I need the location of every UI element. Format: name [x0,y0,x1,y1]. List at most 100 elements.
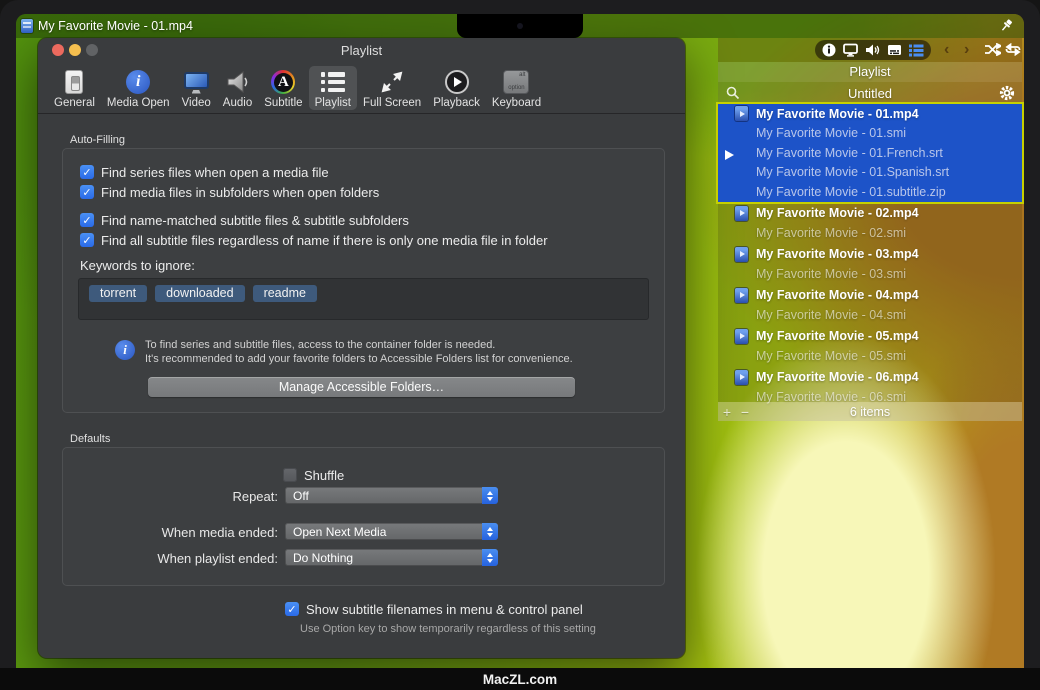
panel-control-bar: ‹ › [718,38,1022,62]
auto-filling-section-label: Auto-Filling [70,134,125,146]
checkbox-unchecked-icon[interactable] [283,468,297,482]
subtitle-color-icon: A [270,69,296,95]
camera-dot [517,23,523,29]
toolbar-item-keyboard[interactable]: Keyboard [486,66,547,110]
preferences-title: Playlist [38,43,685,58]
list-item[interactable]: My Favorite Movie - 03.mp4 [718,245,1022,265]
list-item[interactable]: My Favorite Movie - 01.French.srt [718,143,1022,163]
list-item[interactable]: My Favorite Movie - 04.mp4 [718,286,1022,306]
toolbar-item-subtitle[interactable]: A Subtitle [258,66,308,110]
now-playing-marker-icon [725,150,734,160]
expand-arrows-icon [379,69,405,95]
view-switcher [815,40,931,60]
playlist-group-selected[interactable]: My Favorite Movie - 01.mp4 My Favorite M… [718,104,1022,202]
display-icon[interactable] [843,43,858,57]
media-ended-select[interactable]: Open Next Media [285,523,498,540]
list-item[interactable]: My Favorite Movie - 01.Spanish.srt [718,163,1022,183]
accessible-folders-note: To find series and subtitle files, acces… [145,338,573,366]
checkbox-checked-icon[interactable] [80,165,94,179]
list-item[interactable]: My Favorite Movie - 05.smi [718,346,1022,366]
checkbox-checked-icon[interactable] [80,233,94,247]
playlist-group[interactable]: My Favorite Movie - 04.mp4 My Favorite M… [718,286,1022,325]
list-item[interactable]: My Favorite Movie - 02.mp4 [718,204,1022,224]
toolbar-item-general[interactable]: General [48,66,101,110]
play-circle-icon [444,69,470,95]
info-icon[interactable] [822,43,836,57]
toolbar-item-video[interactable]: Video [176,66,217,110]
panel-search-bar[interactable]: Untitled [718,82,1022,104]
list-item[interactable]: My Favorite Movie - 01.smi [718,124,1022,144]
gear-icon[interactable] [999,85,1015,106]
keywords-box[interactable]: torrent downloaded readme [78,278,649,320]
find-series-checkbox-row[interactable]: Find series files when open a media file [80,164,329,180]
macbook-frame: My Favorite Movie - 01.mp4 Playlist [0,0,1040,690]
media-file-icon [735,206,748,221]
macbook-notch [457,14,583,38]
playlist-items: My Favorite Movie - 01.mp4 My Favorite M… [718,104,1022,407]
list-icon [320,69,346,95]
playlist-ended-select[interactable]: Do Nothing [285,549,498,566]
stepper-icon [482,523,498,540]
list-item[interactable]: My Favorite Movie - 01.mp4 [718,104,1022,124]
stepper-icon [482,549,498,566]
list-item[interactable]: My Favorite Movie - 03.smi [718,264,1022,284]
document-proxy-icon [21,19,33,33]
checkbox-checked-icon[interactable] [285,602,299,616]
monitor-icon [183,69,209,95]
next-chevron-icon[interactable]: › [964,41,969,59]
repeat-select[interactable]: Off [285,487,498,504]
list-item[interactable]: My Favorite Movie - 05.mp4 [718,327,1022,347]
repeat-label: Repeat: [78,489,278,504]
desktop-wallpaper: My Favorite Movie - 01.mp4 Playlist [16,14,1024,668]
option-key-icon [503,69,529,95]
media-file-icon [735,106,748,121]
defaults-section-label: Defaults [70,433,110,445]
media-ended-label: When media ended: [78,525,278,540]
manage-accessible-folders-button[interactable]: Manage Accessible Folders… [148,377,575,397]
toolbar-item-playlist[interactable]: Playlist [309,66,357,110]
volume-icon[interactable] [865,43,880,57]
subtitle-panel-icon[interactable] [887,43,902,57]
playlist-footer: + − 6 items [718,402,1022,421]
media-file-icon [735,288,748,303]
stepper-icon [482,487,498,504]
watermark-text: MacZL.com [483,672,557,687]
list-item[interactable]: My Favorite Movie - 02.smi [718,223,1022,243]
keyword-tag[interactable]: torrent [89,285,147,302]
repeat-icon[interactable] [1005,43,1021,61]
player-window-title: My Favorite Movie - 01.mp4 [38,19,193,33]
playlist-ended-label: When playlist ended: [78,551,278,566]
list-item[interactable]: My Favorite Movie - 06.mp4 [718,368,1022,388]
find-all-subtitle-checkbox-row[interactable]: Find all subtitle files regardless of na… [80,232,548,248]
toolbar-item-audio[interactable]: Audio [217,66,258,110]
list-item[interactable]: My Favorite Movie - 04.smi [718,305,1022,325]
show-subtitle-filenames-row[interactable]: Show subtitle filenames in menu & contro… [285,601,583,617]
prev-chevron-icon[interactable]: ‹ [944,41,949,59]
toolbar-item-media-open[interactable]: i Media Open [101,66,176,110]
speaker-icon [225,69,251,95]
preferences-titlebar[interactable]: Playlist [38,38,685,62]
playlist-group[interactable]: My Favorite Movie - 02.mp4 My Favorite M… [718,204,1022,243]
list-item[interactable]: My Favorite Movie - 01.subtitle.zip [718,182,1022,202]
keyword-tag[interactable]: downloaded [155,285,244,302]
media-file-icon [735,329,748,344]
checkbox-checked-icon[interactable] [80,185,94,199]
find-name-matched-checkbox-row[interactable]: Find name-matched subtitle files & subti… [80,212,409,228]
keyword-tag[interactable]: readme [253,285,317,302]
shuffle-icon[interactable] [984,43,1001,61]
toolbar-item-playback[interactable]: Playback [427,66,486,110]
checkbox-checked-icon[interactable] [80,213,94,227]
playlist-view-icon[interactable] [909,44,924,57]
playlist-group[interactable]: My Favorite Movie - 06.mp4 My Favorite M… [718,368,1022,407]
option-key-note: Use Option key to show temporarily regar… [300,623,596,635]
find-media-subfolders-checkbox-row[interactable]: Find media files in subfolders when open… [80,184,379,200]
playlist-group[interactable]: My Favorite Movie - 05.mp4 My Favorite M… [718,327,1022,366]
playlist-name[interactable]: Untitled [718,86,1022,101]
info-icon: i [115,340,135,360]
light-switch-icon [61,69,87,95]
shuffle-checkbox-row[interactable]: Shuffle [283,467,344,483]
toolbar-item-full-screen[interactable]: Full Screen [357,66,427,110]
info-circle-icon: i [125,69,151,95]
pin-icon[interactable] [998,18,1014,34]
playlist-group[interactable]: My Favorite Movie - 03.mp4 My Favorite M… [718,245,1022,284]
